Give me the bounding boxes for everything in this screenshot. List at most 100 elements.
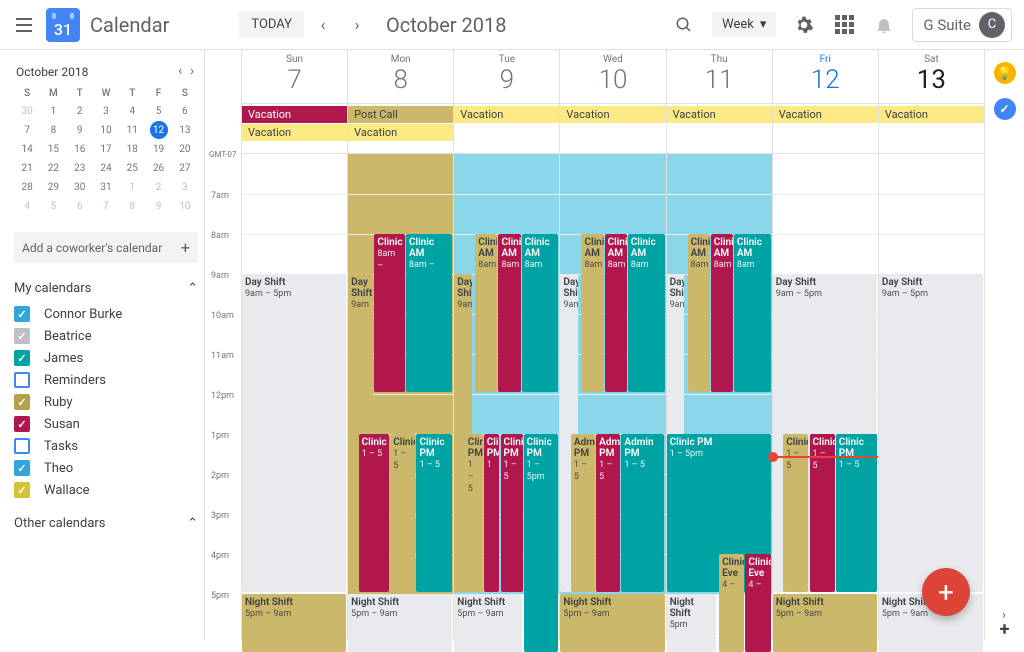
day-column[interactable]: Sun7VacationVacationDay Shift9am – 5pmNi… [241,50,347,640]
allday-area[interactable]: Vacation [454,104,559,154]
keep-icon[interactable]: 💡 [994,62,1016,84]
calendar-checkbox[interactable]: ✓ [14,328,30,344]
mini-day[interactable]: 5 [145,102,171,121]
notifications-icon[interactable] [872,13,896,37]
mini-day[interactable]: 5 [40,197,66,216]
calendar-checkbox[interactable] [14,438,30,454]
day-header[interactable]: Wed10 [560,50,665,104]
mini-day[interactable]: 27 [172,159,198,178]
event[interactable]: Night Shift5pm – 9am [242,594,346,652]
event[interactable]: Clinic AM8am [475,234,497,392]
mini-day[interactable]: 11 [119,121,145,140]
timed-area[interactable]: Day Shift9amClinic AM8amClinic AM8amClin… [560,154,665,638]
mini-day[interactable]: 22 [40,159,66,178]
allday-event[interactable]: Vacation [348,124,453,141]
gear-icon[interactable] [792,13,816,37]
allday-area[interactable]: Vacation [560,104,665,154]
mini-day[interactable]: 23 [67,159,93,178]
mini-day[interactable]: 7 [14,121,40,140]
mini-day[interactable]: 15 [40,140,66,159]
timed-area[interactable]: Day Shift9amClinic AM8amClinic AM8amClin… [454,154,559,638]
allday-event[interactable]: Vacation [242,106,347,123]
event[interactable]: Clinic Eve4 – [719,554,744,652]
mini-calendar[interactable]: SMTWTFS301234567891011121314151617181920… [14,85,198,216]
view-selector[interactable]: Week ▾ [712,12,776,37]
mini-day[interactable]: 3 [172,178,198,197]
day-column[interactable]: Mon8Post CallVacationDay Shift9amClinic8… [347,50,453,640]
today-button[interactable]: TODAY [239,11,304,38]
mini-next-button[interactable]: › [190,64,194,79]
mini-day[interactable]: 10 [172,197,198,216]
mini-day[interactable]: 8 [119,197,145,216]
calendar-item[interactable]: ✓Beatrice [14,328,198,344]
calendar-checkbox[interactable]: ✓ [14,416,30,432]
event[interactable]: Night Shift5pm – 9am [348,594,452,652]
day-header[interactable]: Fri12 [773,50,878,104]
apps-icon[interactable] [832,13,856,37]
event[interactable]: Clinic AM8am [734,234,771,392]
day-header[interactable]: Tue9 [454,50,559,104]
gsuite-badge[interactable]: G Suite C [912,8,1012,42]
day-header[interactable]: Sat13 [879,50,984,104]
calendar-checkbox[interactable]: ✓ [14,394,30,410]
event[interactable]: Night Shift5pm – 9am [773,594,877,652]
calendar-item[interactable]: ✓Connor Burke [14,306,198,322]
mini-day[interactable]: 14 [14,140,40,159]
my-calendars-header[interactable]: My calendars ⌃ [14,275,198,302]
calendar-item[interactable]: ✓Susan [14,416,198,432]
allday-area[interactable]: Post CallVacation [348,104,453,154]
event[interactable]: Clinic1 – 5 [359,434,389,592]
mini-day[interactable]: 4 [119,102,145,121]
calendar-checkbox[interactable] [14,372,30,388]
event[interactable]: Admin PM1 – 5 [571,434,595,592]
day-column[interactable]: Thu11VacationDay Shift9amClinic AM8amCli… [666,50,772,640]
allday-area[interactable]: Vacation [773,104,878,154]
mini-day[interactable]: 3 [93,102,119,121]
allday-event[interactable]: Vacation [242,124,347,141]
mini-day[interactable]: 19 [145,140,171,159]
allday-event[interactable]: Post Call [348,106,453,123]
event[interactable]: Clinic Eve4 – [745,554,770,652]
allday-event[interactable]: Vacation [667,106,772,123]
mini-day[interactable]: 20 [172,140,198,159]
allday-event[interactable]: Vacation [560,106,665,123]
timed-area[interactable]: Day Shift9am – 5pmNight Shift5pm – 9am [879,154,984,638]
calendar-checkbox[interactable]: ✓ [14,482,30,498]
allday-area[interactable]: Vacation [879,104,984,154]
mini-day[interactable]: 13 [172,121,198,140]
allday-event[interactable]: Vacation [773,106,878,123]
mini-day[interactable]: 8 [40,121,66,140]
allday-event[interactable]: Vacation [454,106,559,123]
mini-day[interactable]: 4 [14,197,40,216]
day-column[interactable]: Tue9 Vacation Day Shift9amClinic AM8amClin… [453,50,559,640]
event[interactable]: Clinic AM8am [628,234,665,392]
mini-day[interactable]: 21 [14,159,40,178]
mini-day[interactable]: 1 [119,178,145,197]
show-side-panel-button[interactable]: › [1002,608,1022,628]
add-coworker-input[interactable]: Add a coworker's calendar + [14,232,198,263]
calendar-checkbox[interactable]: ✓ [14,350,30,366]
allday-event[interactable]: Vacation [879,106,984,123]
calendar-item[interactable]: Tasks [14,438,198,454]
allday-area[interactable]: VacationVacation [242,104,347,154]
prev-week-button[interactable]: ‹ [308,10,338,40]
event[interactable]: Night Shift5pm [667,594,716,652]
timed-area[interactable]: Day Shift9am – 5pmNight Shift5pm – 9am [242,154,347,638]
mini-day[interactable]: 16 [67,140,93,159]
mini-day[interactable]: 6 [67,197,93,216]
event[interactable]: Day Shift9am – 5pm [879,274,983,592]
timed-area[interactable]: Day Shift9amClinic8am –Clinic AM8am –Cli… [348,154,453,638]
tasks-icon[interactable]: ✓ [994,98,1016,120]
event[interactable]: Clinic PM1 – 5 [416,434,452,592]
next-week-button[interactable]: › [342,10,372,40]
search-icon[interactable] [672,13,696,37]
mini-day[interactable]: 24 [93,159,119,178]
event[interactable]: Clinic AM8am [688,234,710,392]
mini-day[interactable]: 30 [14,102,40,121]
mini-day[interactable]: 1 [40,102,66,121]
mini-day[interactable]: 28 [14,178,40,197]
mini-day[interactable]: 9 [145,197,171,216]
timed-area[interactable]: Day Shift9am – 5pmClinic1 – 5Clinic1 – 5… [773,154,878,638]
event[interactable]: Day Shift9am – 5pm [242,274,346,592]
event[interactable]: Clinic PM1 – 5pm [524,434,559,652]
